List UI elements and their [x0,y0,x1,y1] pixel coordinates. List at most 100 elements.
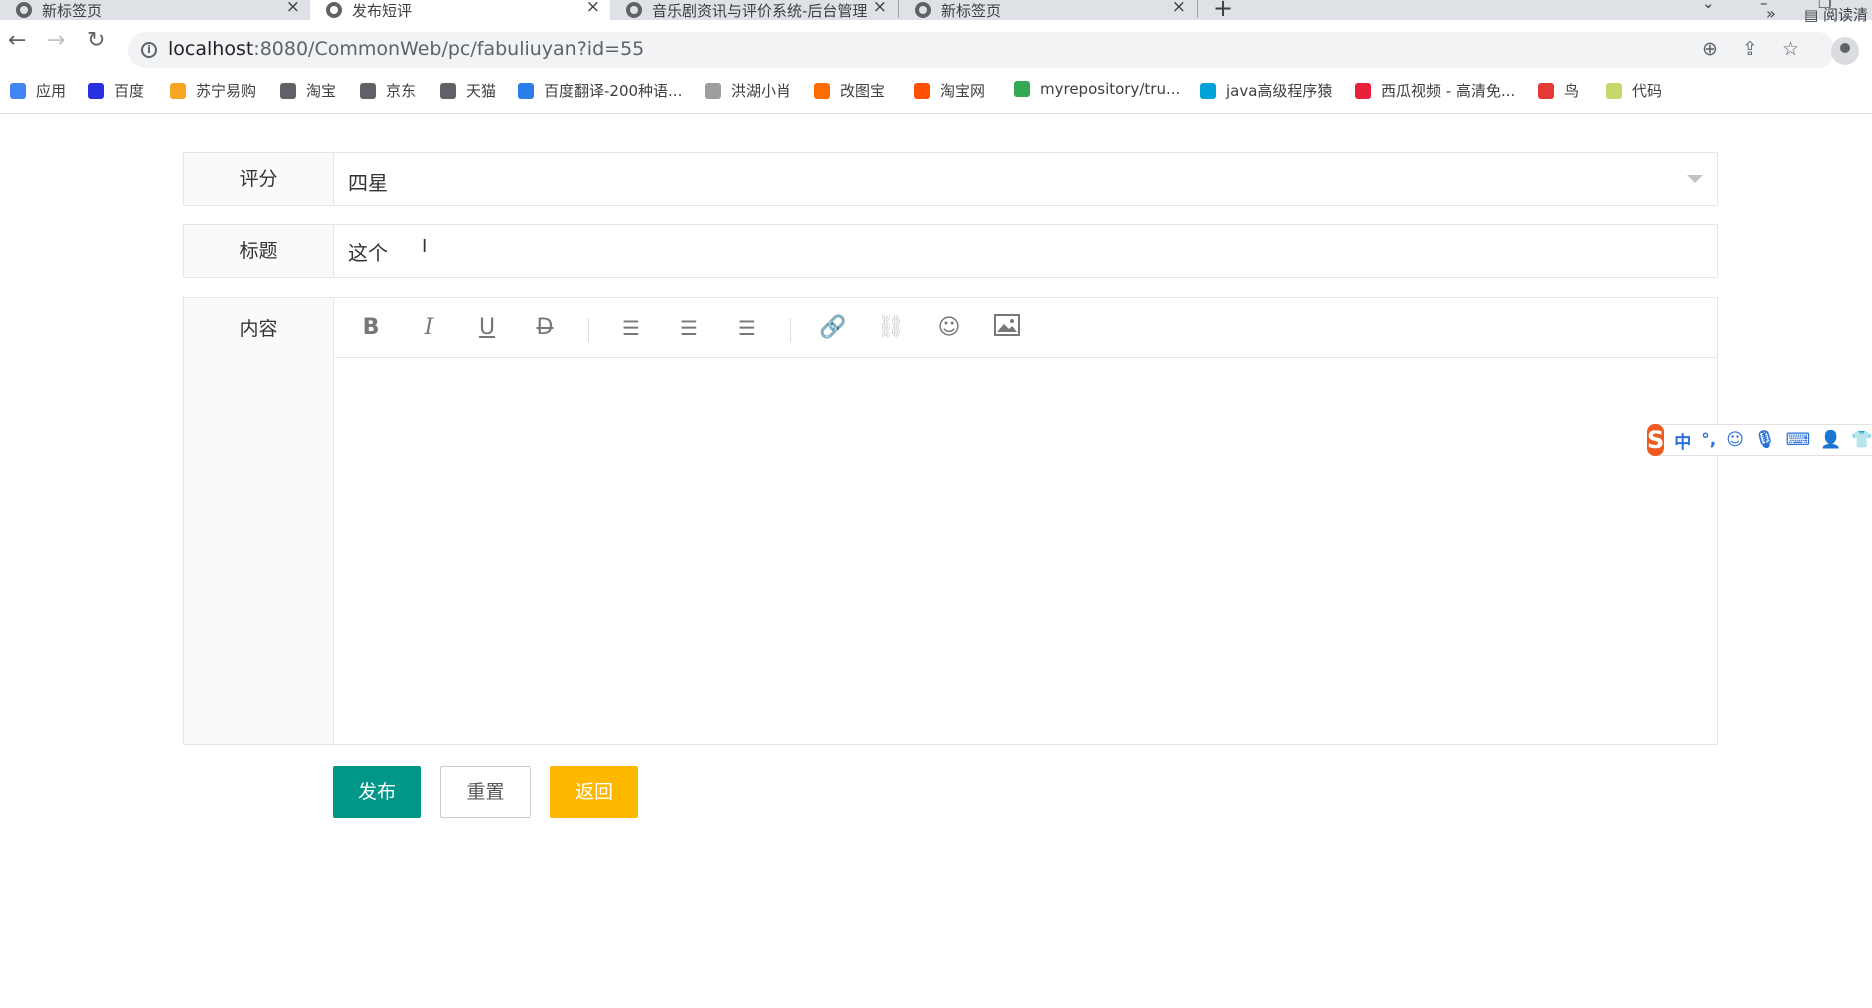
bookmark-star-icon[interactable]: ☆ [1782,38,1799,60]
emoji-icon[interactable]: ☺ [935,314,963,342]
site-info-icon[interactable]: i [141,42,157,58]
bookmark-favicon-icon [1355,82,1371,99]
url-text[interactable]: localhost:8080/CommonWeb/pc/fabuliuyan?i… [168,38,644,60]
bookmark-favicon-icon [1538,82,1554,99]
zoom-icon[interactable]: ⊕ [1702,38,1718,60]
bold-icon[interactable]: B [357,314,385,342]
ime-emoji-icon[interactable]: ☺ [1726,430,1744,450]
link-icon[interactable]: 🔗 [819,314,847,342]
more-bookmarks-chevron-icon[interactable]: » [1766,4,1776,23]
align-right-icon[interactable]: ☰ [733,314,761,342]
bookmark-favicon-icon [10,82,26,99]
score-select[interactable]: 四星 [348,167,388,196]
close-icon[interactable]: × [873,0,887,16]
bookmark-label: java高级程序猿 [1226,82,1333,100]
forward-arrow-icon[interactable]: → [47,30,65,52]
globe-icon [326,2,342,18]
ime-keyboard-icon[interactable]: ⌨ [1786,430,1811,450]
tab-new-tab-2[interactable]: 新标签页 × [899,0,1196,20]
bookmark-item[interactable]: 西瓜视频 - 高清免... [1355,80,1515,101]
bookmark-item[interactable]: 洪湖小肖 [705,80,791,101]
bookmark-label: 改图宝 [840,82,886,100]
bookmark-item[interactable]: 天猫 [440,80,496,101]
content-label: 内容 [184,298,334,744]
dropdown-arrow-icon[interactable] [1687,175,1703,183]
bookmark-favicon-icon [914,82,930,99]
ime-voice-icon[interactable]: 🎙 [1754,430,1776,450]
tab-title: 新标签页 [941,1,1002,20]
back-arrow-icon[interactable]: ← [8,30,26,52]
strikethrough-icon[interactable]: D [531,314,559,342]
bookmark-favicon-icon [1200,82,1216,99]
bookmark-label: 苏宁易购 [196,82,257,100]
bookmark-favicon-icon [1014,81,1030,97]
bookmark-favicon-icon [705,82,721,99]
unlink-icon[interactable]: ⛓ [877,314,905,342]
editor-toolbar: B I U D ☰ ☰ ☰ 🔗 ⛓ ☺ [335,298,1717,358]
bookmark-item[interactable]: 淘宝网 [914,80,985,101]
tab-new-tab-1[interactable]: 新标签页 × [0,0,310,20]
bookmark-label: 西瓜视频 - 高清免... [1381,82,1516,100]
bookmark-item[interactable]: 应用 [10,80,66,101]
reading-list-label: 阅读清 [1822,6,1868,24]
bookmark-favicon-icon [440,82,456,99]
bookmark-label: 淘宝 [306,82,337,100]
image-icon[interactable] [993,314,1021,342]
bookmark-item[interactable]: 改图宝 [814,80,885,101]
underline-icon[interactable]: U [473,314,501,342]
bookmark-item[interactable]: 淘宝 [280,80,336,101]
reading-list[interactable]: ▤ 阅读清 [1804,4,1868,25]
close-icon[interactable]: × [586,0,600,16]
reload-icon[interactable]: ↻ [87,30,105,52]
tab-title: 音乐剧资讯与评价系统-后台管理 [652,1,868,20]
bookmark-item[interactable]: java高级程序猿 [1200,80,1332,101]
score-row: 评分 四星 [183,152,1718,206]
bookmark-favicon-icon [88,82,104,99]
editor-content-area[interactable] [335,359,1717,744]
back-button[interactable]: 返回 [550,766,638,818]
bookmark-favicon-icon [814,82,830,99]
ime-punctuation-toggle[interactable]: °, [1701,430,1716,450]
bookmark-item[interactable]: 百度 [88,80,144,101]
reset-button[interactable]: 重置 [440,766,531,818]
bookmark-label: 代码 [1632,82,1663,100]
bookmark-item[interactable]: myrepository/tru... [1014,80,1180,98]
share-icon[interactable]: ⇪ [1742,38,1758,60]
ime-mode-toggle[interactable]: 中 [1674,428,1691,453]
close-icon[interactable]: × [1172,0,1186,16]
ime-user-icon[interactable]: 👤 [1820,430,1841,450]
sogou-logo-icon[interactable]: S [1647,424,1665,456]
bookmark-favicon-icon [1606,82,1622,99]
new-tab-plus-icon[interactable]: + [1213,0,1233,22]
tab-search-chevron-icon[interactable]: ⌄ [1702,0,1715,12]
bookmark-label: 应用 [36,82,67,100]
ime-skin-icon[interactable]: 👕 [1851,430,1872,450]
bookmark-item[interactable]: 鸟 [1538,80,1579,101]
tab-separator [1197,0,1198,18]
bookmark-label: 百度翻译-200种语... [544,82,683,100]
bookmark-favicon-icon [280,82,296,99]
tab-publish-review[interactable]: 发布短评 × [310,0,610,20]
bookmark-label: 京东 [386,82,417,100]
profile-avatar-icon[interactable] [1831,37,1859,65]
align-center-icon[interactable]: ☰ [675,314,703,342]
toolbar-separator [588,318,589,342]
tab-strip: 新标签页 × 发布短评 × 音乐剧资讯与评价系统-后台管理 × 新标签页 × +… [0,0,1872,22]
align-left-icon[interactable]: ☰ [617,314,645,342]
url-path: :8080/CommonWeb/pc/fabuliuyan?id=55 [253,38,645,60]
bookmark-favicon-icon [170,82,186,99]
url-host: localhost [168,38,254,60]
bookmark-item[interactable]: 苏宁易购 [170,80,256,101]
tab-title: 新标签页 [42,1,103,20]
tab-admin[interactable]: 音乐剧资讯与评价系统-后台管理 × [610,0,897,20]
bookmark-item[interactable]: 百度翻译-200种语... [518,80,682,101]
close-icon[interactable]: × [286,0,300,16]
bookmark-item[interactable]: 京东 [360,80,416,101]
italic-icon[interactable]: I [415,314,443,342]
bookmark-favicon-icon [360,82,376,99]
bookmark-item[interactable]: 代码 [1606,80,1662,101]
title-input[interactable] [335,225,1717,277]
publish-button[interactable]: 发布 [333,766,421,818]
globe-icon [16,2,32,18]
bookmark-label: 天猫 [466,82,497,100]
